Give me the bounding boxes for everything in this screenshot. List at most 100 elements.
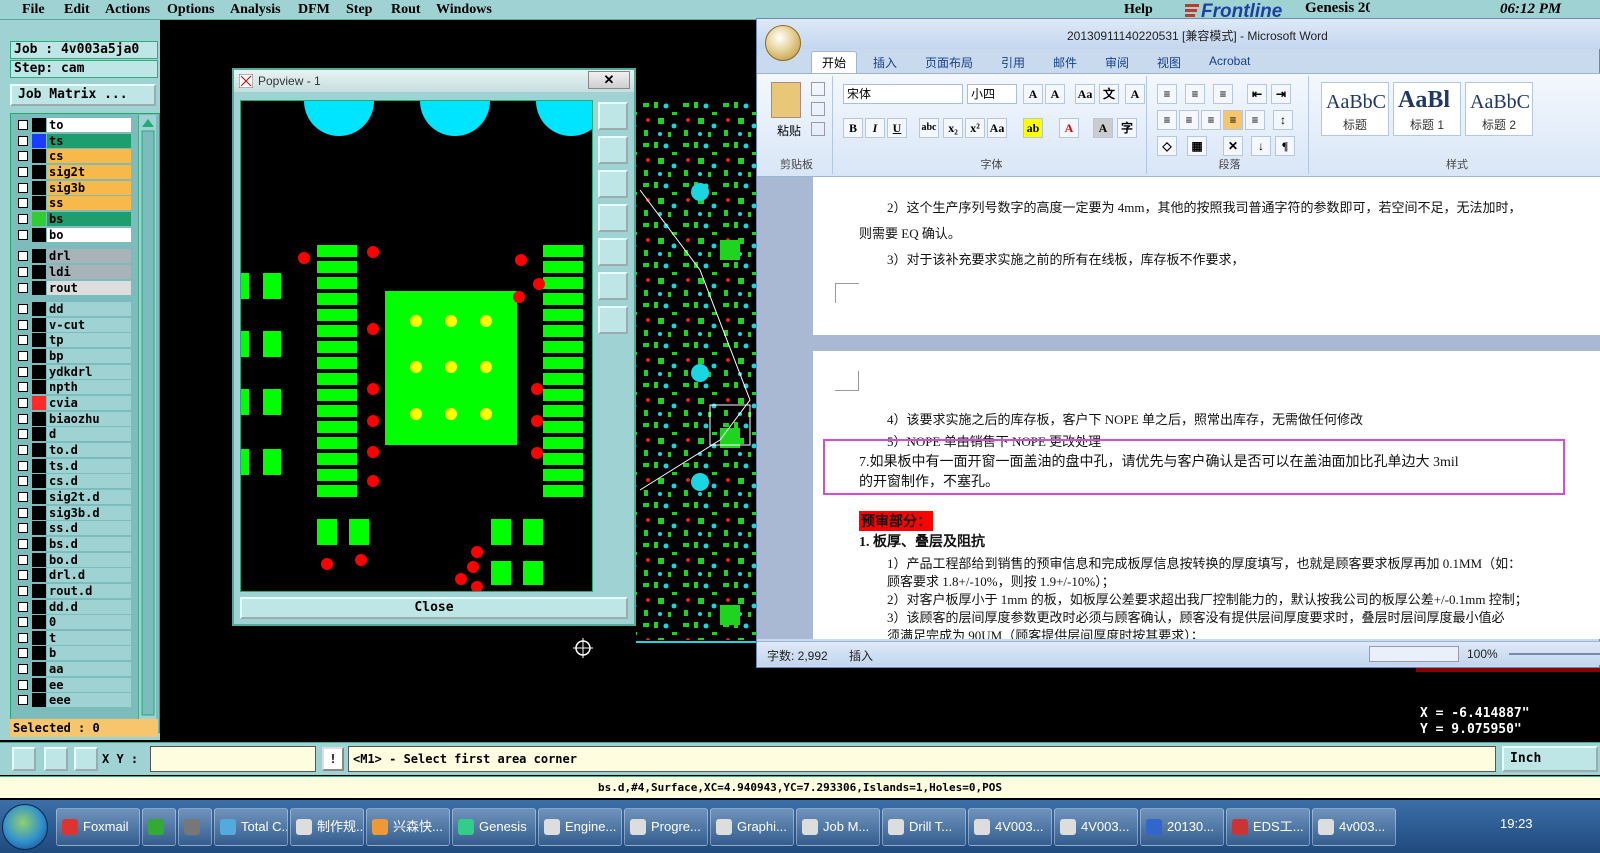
layer-color-swatch[interactable] bbox=[32, 411, 46, 426]
shrink-font-icon[interactable]: A bbox=[1045, 84, 1065, 104]
layer-color-swatch[interactable] bbox=[32, 552, 46, 567]
zoom-level[interactable]: 100% bbox=[1467, 647, 1498, 661]
layer-row[interactable]: bo.d bbox=[15, 552, 131, 567]
subscript-icon[interactable]: x₂ bbox=[943, 118, 963, 138]
layer-color-swatch[interactable] bbox=[32, 568, 46, 583]
layer-checkbox[interactable] bbox=[18, 523, 28, 534]
layer-row[interactable]: rout.d bbox=[15, 583, 131, 598]
layer-checkbox[interactable] bbox=[18, 617, 28, 628]
word-titlebar[interactable]: 20130911140220531 [兼容模式] - Microsoft Wor… bbox=[757, 19, 1600, 49]
layer-color-swatch[interactable] bbox=[32, 677, 46, 692]
chinese-layout-icon[interactable]: ✕ bbox=[1223, 136, 1243, 156]
menu-edit[interactable]: Edit bbox=[64, 2, 90, 18]
layer-list-scrollbar[interactable] bbox=[138, 115, 156, 731]
layer-row[interactable]: ydkdrl bbox=[15, 364, 131, 379]
layer-color-swatch[interactable] bbox=[32, 302, 46, 317]
layer-color-swatch[interactable] bbox=[32, 474, 46, 489]
layer-row[interactable]: bs.d bbox=[15, 536, 131, 551]
format-painter-icon[interactable] bbox=[811, 122, 825, 136]
pan-left-icon[interactable] bbox=[598, 204, 628, 232]
menu-analysis[interactable]: Analysis bbox=[230, 2, 281, 18]
layer-checkbox[interactable] bbox=[18, 648, 28, 659]
layer-name[interactable]: biaozhu bbox=[47, 411, 131, 426]
justify-icon[interactable]: ≡ bbox=[1223, 110, 1243, 130]
layer-name[interactable]: ts.d bbox=[47, 458, 131, 473]
layer-row[interactable]: bo bbox=[15, 227, 131, 242]
layer-color-swatch[interactable] bbox=[32, 521, 46, 536]
layer-checkbox[interactable] bbox=[18, 695, 28, 706]
bullets-icon[interactable]: ≡ bbox=[1157, 84, 1177, 104]
layer-name[interactable]: ss bbox=[47, 196, 131, 211]
layer-color-swatch[interactable] bbox=[32, 180, 46, 195]
increase-indent-icon[interactable]: ⇥ bbox=[1271, 84, 1291, 104]
layer-name[interactable]: sig2t bbox=[47, 164, 131, 179]
menu-actions[interactable]: Actions bbox=[105, 2, 150, 18]
layer-color-swatch[interactable] bbox=[32, 264, 46, 279]
layer-checkbox[interactable] bbox=[18, 585, 28, 596]
layer-checkbox[interactable] bbox=[18, 679, 28, 690]
layer-checkbox[interactable] bbox=[18, 351, 28, 362]
style-heading[interactable]: AaBbC 标题 bbox=[1321, 82, 1389, 136]
layer-name[interactable]: ts bbox=[47, 133, 131, 148]
layer-checkbox[interactable] bbox=[18, 398, 28, 409]
layer-row[interactable]: biaozhu bbox=[15, 411, 131, 426]
layer-row[interactable]: dd.d bbox=[15, 599, 131, 614]
layer-checkbox[interactable] bbox=[18, 304, 28, 315]
italic-icon[interactable]: I bbox=[865, 118, 885, 138]
layer-color-swatch[interactable] bbox=[32, 227, 46, 242]
underline-icon[interactable]: U bbox=[887, 118, 907, 138]
layer-row[interactable]: sig3b bbox=[15, 180, 131, 195]
layer-name[interactable]: bs.d bbox=[47, 536, 131, 551]
layer-color-swatch[interactable] bbox=[32, 396, 46, 411]
layer-color-swatch[interactable] bbox=[32, 630, 46, 645]
font-name-select[interactable]: 宋体 bbox=[843, 84, 963, 104]
taskbar-item[interactable]: 兴森快... bbox=[366, 808, 450, 846]
layer-color-swatch[interactable] bbox=[32, 458, 46, 473]
layer-name[interactable]: ldi bbox=[47, 264, 131, 279]
layer-color-swatch[interactable] bbox=[32, 693, 46, 708]
layer-name[interactable]: sig3b bbox=[47, 180, 131, 195]
taskbar-item[interactable]: Progre... bbox=[624, 808, 708, 846]
tab-insert[interactable]: 插入 bbox=[873, 54, 897, 71]
word-count[interactable]: 字数: 2,992 bbox=[767, 647, 828, 664]
layer-color-swatch[interactable] bbox=[32, 615, 46, 630]
layer-name[interactable]: sig2t.d bbox=[47, 489, 131, 504]
layer-row[interactable]: ts bbox=[15, 133, 131, 148]
cut-icon[interactable] bbox=[811, 82, 825, 96]
layer-color-swatch[interactable] bbox=[32, 427, 46, 442]
snap-icon[interactable] bbox=[44, 747, 68, 771]
menu-dfm[interactable]: DFM bbox=[298, 2, 330, 18]
layer-name[interactable]: b bbox=[47, 646, 131, 661]
layer-checkbox[interactable] bbox=[18, 413, 28, 424]
layer-row[interactable]: ss bbox=[15, 196, 131, 211]
layer-row[interactable]: cs.d bbox=[15, 474, 131, 489]
zoom-out-icon[interactable] bbox=[598, 306, 628, 334]
layer-color-swatch[interactable] bbox=[32, 118, 46, 132]
layer-row[interactable]: aa bbox=[15, 662, 131, 677]
taskbar-item[interactable]: 20130... bbox=[1140, 808, 1224, 846]
font-color-icon[interactable]: A bbox=[1059, 118, 1079, 138]
units-button[interactable]: Inch bbox=[1502, 746, 1598, 772]
layer-row[interactable]: tp bbox=[15, 333, 131, 348]
shading-icon[interactable]: ◇ bbox=[1157, 136, 1177, 156]
layer-name[interactable]: bs bbox=[47, 211, 131, 226]
tab-references[interactable]: 引用 bbox=[1001, 54, 1025, 71]
layer-row[interactable]: ldi bbox=[15, 264, 131, 279]
warning-button[interactable]: ! bbox=[322, 747, 344, 771]
popview-close-icon[interactable]: ✕ bbox=[588, 71, 630, 89]
tab-page-layout[interactable]: 页面布局 bbox=[925, 54, 973, 71]
layer-row[interactable]: 0 bbox=[15, 615, 131, 630]
layer-name[interactable]: dd bbox=[47, 302, 131, 317]
layer-row[interactable]: ts.d bbox=[15, 458, 131, 473]
layer-color-swatch[interactable] bbox=[32, 249, 46, 264]
change-case-icon[interactable]: Aa bbox=[987, 118, 1007, 138]
tab-home[interactable]: 开始 bbox=[811, 51, 858, 73]
char-border-icon[interactable]: A bbox=[1125, 84, 1145, 104]
layer-checkbox[interactable] bbox=[18, 166, 28, 177]
grow-font-icon[interactable]: A bbox=[1023, 84, 1043, 104]
popview-close-button[interactable]: Close bbox=[240, 597, 628, 619]
layer-checkbox[interactable] bbox=[18, 664, 28, 675]
popview-titlebar[interactable]: Popview - 1 ✕ bbox=[234, 70, 634, 92]
layer-color-swatch[interactable] bbox=[32, 333, 46, 348]
multilevel-list-icon[interactable]: ≡ bbox=[1213, 84, 1233, 104]
